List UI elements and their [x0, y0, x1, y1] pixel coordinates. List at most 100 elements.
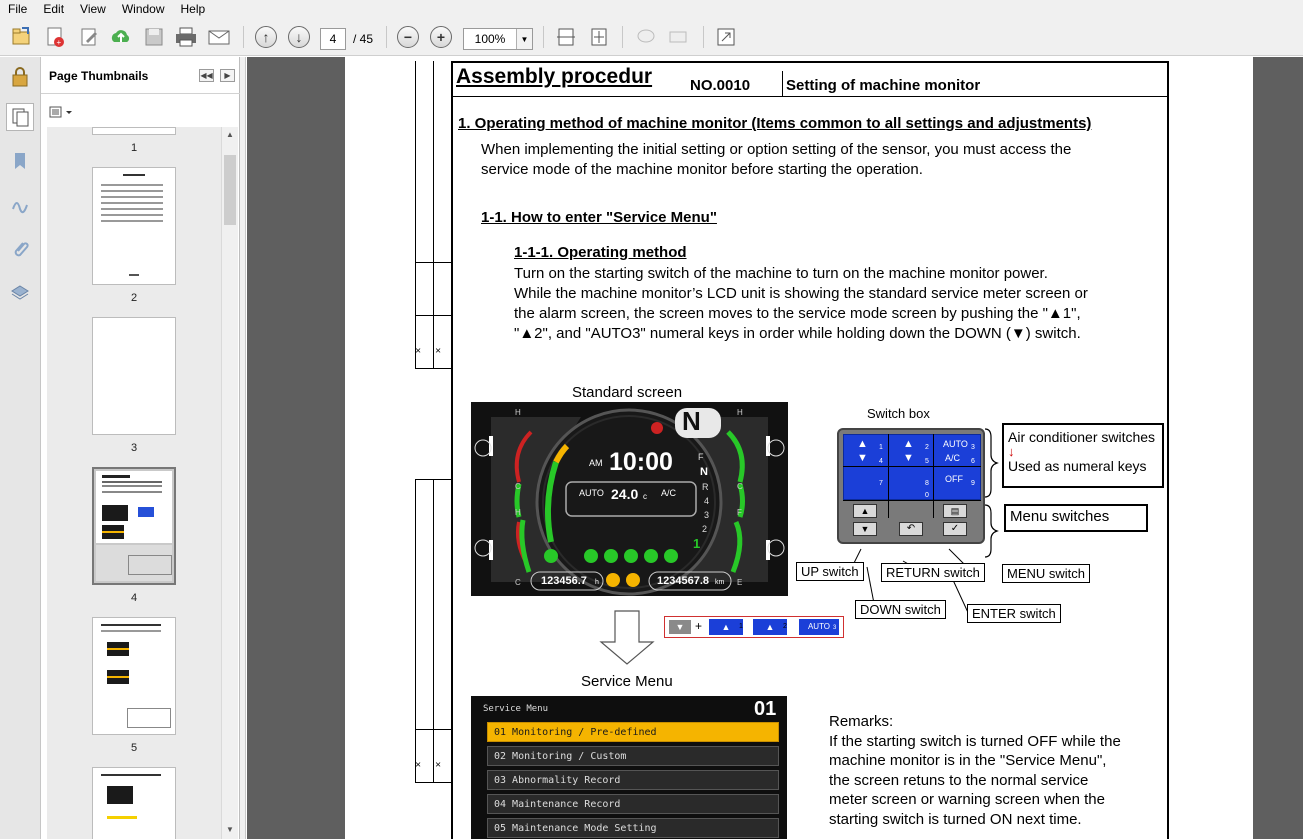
service-menu-number: 01 — [754, 698, 777, 720]
thumbnail-page-6[interactable] — [92, 767, 176, 839]
expand-icon[interactable] — [713, 24, 739, 50]
thumbnail-list[interactable]: 1 2 3 4 5 — [47, 127, 221, 839]
callout-text: Used as numeral keys — [1008, 458, 1147, 474]
doc-subject: Setting of machine monitor — [786, 77, 981, 94]
scrollbar-thumb[interactable] — [224, 155, 236, 225]
gauge-h-left-2: H — [515, 508, 521, 517]
page-number-input[interactable]: 4 — [320, 28, 346, 50]
email-icon[interactable] — [206, 24, 232, 50]
menu-view[interactable]: View — [72, 1, 114, 17]
page-thumbnails-icon[interactable] — [6, 103, 34, 131]
remarks-line: If the starting switch is turned OFF whi… — [829, 733, 1121, 750]
clock-display: 10:00 — [609, 448, 673, 476]
gear-scale-f: F — [698, 452, 704, 462]
panel-splitter[interactable] — [240, 57, 246, 839]
gauge-h-left: H — [515, 408, 521, 417]
figure-caption: Standard screen — [572, 384, 683, 401]
up-key-icon: ▲ — [753, 619, 787, 635]
ac-indicator: A/C — [661, 488, 677, 498]
signature-icon[interactable] — [6, 191, 34, 219]
remarks-line: machine monitor is in the "Service Menu"… — [829, 752, 1107, 769]
cloud-upload-icon[interactable] — [108, 24, 134, 50]
paragraph-line: While the machine monitor’s LCD unit is … — [514, 285, 1088, 302]
lock-icon[interactable] — [6, 63, 34, 91]
thumbnail-scrollbar[interactable]: ▲ ▼ — [221, 127, 238, 839]
menu-help[interactable]: Help — [173, 1, 214, 17]
thumbnail-options-icon[interactable] — [49, 105, 77, 121]
service-menu-item-label: 04 Maintenance Record — [494, 799, 621, 810]
revision-mark: × — [433, 761, 445, 768]
thumbnails-panel: Page Thumbnails ◀◀ ▶ 1 2 3 4 5 ▲ ▼ — [41, 57, 240, 839]
menu-edit[interactable]: Edit — [35, 1, 72, 17]
hour-meter-unit: h — [595, 579, 599, 586]
toolbar: + ↑ ↓ 4 / 45 − + 100% ▼ — [0, 18, 1303, 56]
fit-width-icon[interactable] — [553, 24, 579, 50]
service-menu-item[interactable]: 04 Maintenance Record — [487, 794, 779, 814]
next-page-icon[interactable]: ↓ — [286, 24, 312, 50]
highlight-icon[interactable] — [665, 24, 691, 50]
gauge-f-right: F — [737, 508, 742, 517]
menu-switches-callout: Menu switches — [1004, 504, 1148, 532]
gear-scale-4: 4 — [704, 496, 710, 506]
gear-scale-3: 3 — [704, 510, 710, 520]
layers-icon[interactable] — [6, 279, 34, 307]
collapse-panel-icon[interactable]: ◀◀ — [199, 69, 214, 82]
panel-title: Page Thumbnails — [49, 69, 149, 83]
thumbnail-page-2[interactable] — [92, 167, 176, 285]
service-menu-screen: Service Menu 01 01 Monitoring / Pre-defi… — [471, 696, 787, 839]
thumbnail-label: 3 — [130, 442, 138, 454]
next-panel-icon[interactable]: ▶ — [220, 69, 235, 82]
gear-scale-2: 2 — [702, 524, 708, 534]
create-pdf-icon[interactable]: + — [42, 24, 68, 50]
gear-scale-n: N — [700, 466, 708, 478]
thumbnail-page-4-selected[interactable] — [92, 467, 176, 585]
fit-page-icon[interactable] — [586, 24, 612, 50]
zoom-select[interactable]: 100% ▼ — [463, 28, 533, 50]
bookmark-icon[interactable] — [6, 147, 34, 175]
paragraph-line: Turn on the starting switch of the machi… — [514, 265, 1048, 282]
service-menu-item-label: 01 Monitoring / Pre-defined — [494, 727, 657, 738]
remarks-line: starting switch is turned ON next time. — [829, 811, 1082, 828]
time-am: AM — [589, 458, 603, 468]
service-menu-item[interactable]: 02 Monitoring / Custom — [487, 746, 779, 766]
print-icon[interactable] — [173, 24, 199, 50]
page-title: Assembly procedur — [456, 65, 653, 88]
zoom-in-icon[interactable]: + — [428, 24, 454, 50]
menu-file[interactable]: File — [0, 1, 35, 17]
thumbnail-page-3[interactable] — [92, 317, 176, 435]
figure-caption: Service Menu — [581, 673, 673, 690]
menu-window[interactable]: Window — [114, 1, 173, 17]
prev-page-icon[interactable]: ↑ — [253, 24, 279, 50]
remarks-line: meter screen or warning screen when the — [829, 791, 1105, 808]
key-number: 2 — [783, 623, 787, 630]
paragraph-line: service mode of the machine monitor befo… — [481, 161, 923, 178]
thumbnail-label: 5 — [130, 742, 138, 754]
comment-icon[interactable] — [633, 24, 659, 50]
attachment-icon[interactable] — [6, 235, 34, 263]
temperature-display: 24.0 — [611, 486, 639, 502]
revision-mark: × — [413, 761, 425, 768]
zoom-value: 100% — [474, 32, 506, 46]
service-menu-item[interactable]: 03 Abnormality Record — [487, 770, 779, 790]
hour-meter: 123456.7 — [541, 575, 587, 587]
key-sequence: ▼ + ▲ 1 ▲ 2 AUTO 3 — [664, 616, 844, 638]
thumbnail-page-1[interactable] — [92, 127, 176, 135]
thumbnail-page-5[interactable] — [92, 617, 176, 735]
subsection-heading: 1-1. How to enter "Service Menu" — [481, 209, 717, 226]
service-menu-item[interactable]: 05 Maintenance Mode Setting — [487, 818, 779, 838]
up-switch-label: UP switch — [796, 562, 864, 581]
scroll-down-icon[interactable]: ▼ — [226, 825, 234, 834]
zoom-out-icon[interactable]: − — [395, 24, 421, 50]
scroll-up-icon[interactable]: ▲ — [226, 130, 234, 139]
chevron-down-icon[interactable]: ▼ — [516, 29, 532, 49]
open-icon[interactable] — [8, 24, 34, 50]
service-menu-item-label: 03 Abnormality Record — [494, 775, 621, 786]
save-icon[interactable] — [141, 24, 167, 50]
gauge-c-left: C — [515, 482, 521, 491]
document-view[interactable]: × × Assembly procedur NO.0010 Setting of… — [247, 57, 1303, 839]
service-menu-item-selected[interactable]: 01 Monitoring / Pre-defined — [487, 722, 779, 742]
revision-mark: × — [433, 347, 445, 354]
edit-icon[interactable] — [76, 24, 102, 50]
gauge-c-right: C — [737, 482, 743, 491]
plus-sign: + — [695, 619, 703, 633]
